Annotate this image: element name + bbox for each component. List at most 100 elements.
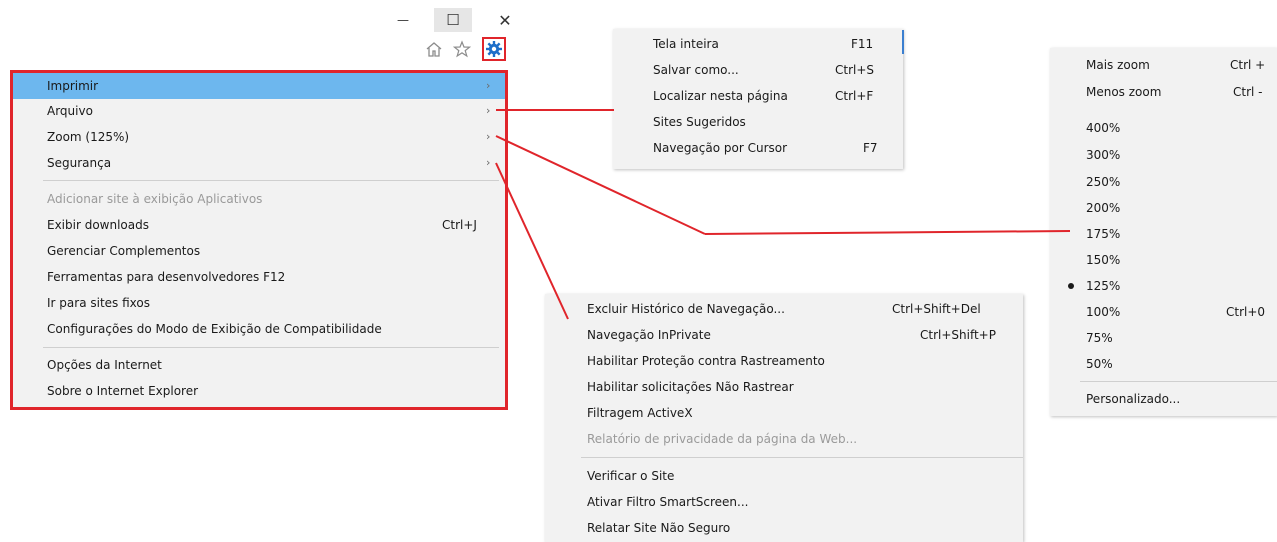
- menu-item-zoom-175[interactable]: 175%: [1050, 221, 1277, 247]
- menu-item-label: Imprimir: [47, 79, 99, 93]
- menu-item-label: Localizar nesta página: [653, 89, 788, 103]
- menu-item-label: Menos zoom: [1086, 85, 1162, 99]
- menu-item-ferramentas-dev[interactable]: Ferramentas para desenvolvedores F12: [13, 264, 505, 290]
- menu-item-label: 175%: [1086, 227, 1121, 241]
- menu-item-label: Personalizado...: [1086, 392, 1181, 406]
- menu-item-shortcut: Ctrl+0: [1226, 305, 1266, 319]
- menu-item-zoom[interactable]: Zoom (125%) ›: [13, 124, 505, 150]
- menu-item-shortcut: Ctrl+S: [835, 63, 875, 77]
- menu-item-relatar-site[interactable]: Relatar Site Não Seguro: [545, 515, 1023, 541]
- menu-item-label: 75%: [1086, 331, 1113, 345]
- menu-item-label: 50%: [1086, 357, 1113, 371]
- menu-item-label: Filtragem ActiveX: [587, 406, 693, 420]
- menu-item-zoom-300[interactable]: 300%: [1050, 142, 1277, 168]
- menu-item-salvar-como[interactable]: Salvar como... Ctrl+S: [613, 57, 903, 83]
- zoom-submenu: Mais zoom Ctrl + Menos zoom Ctrl - 400% …: [1050, 48, 1277, 416]
- menu-item-label: Sobre o Internet Explorer: [47, 384, 199, 398]
- menu-item-label: 125%: [1086, 279, 1121, 293]
- menu-item-label: Navegação InPrivate: [587, 328, 711, 342]
- menu-item-seguranca[interactable]: Segurança ›: [13, 150, 505, 176]
- menu-item-label: Segurança: [47, 156, 112, 170]
- menu-item-sites-sugeridos[interactable]: Sites Sugeridos: [613, 109, 903, 135]
- menu-item-zoom-50[interactable]: 50%: [1050, 351, 1277, 377]
- gear-icon[interactable]: [482, 37, 506, 61]
- menu-item-adicionar-site: Adicionar site à exibição Aplicativos: [13, 186, 505, 212]
- menu-item-tela-inteira[interactable]: Tela inteira F11: [613, 31, 903, 57]
- menu-item-label: Sites Sugeridos: [653, 115, 746, 129]
- chevron-right-icon: ›: [486, 130, 491, 143]
- menu-item-verificar-site[interactable]: Verificar o Site: [545, 463, 1023, 489]
- menu-divider: [43, 347, 499, 348]
- menu-item-label: 100%: [1086, 305, 1121, 319]
- menu-item-sobre-ie[interactable]: Sobre o Internet Explorer: [13, 378, 505, 404]
- file-submenu: Tela inteira F11 Salvar como... Ctrl+S L…: [613, 29, 903, 169]
- menu-item-label: Relatório de privacidade da página da We…: [587, 432, 858, 446]
- chevron-right-icon: ›: [486, 79, 491, 92]
- menu-item-label: Relatar Site Não Seguro: [587, 521, 731, 535]
- menu-item-smartscreen[interactable]: Ativar Filtro SmartScreen...: [545, 489, 1023, 515]
- menu-item-label: Habilitar Proteção contra Rastreamento: [587, 354, 825, 368]
- menu-item-localizar[interactable]: Localizar nesta página Ctrl+F: [613, 83, 903, 109]
- menu-item-shortcut: Ctrl+Shift+P: [920, 328, 996, 342]
- menu-item-zoom-125[interactable]: 125%: [1050, 273, 1277, 299]
- menu-item-label: 300%: [1086, 148, 1121, 162]
- menu-item-navegacao-cursor[interactable]: Navegação por Cursor F7: [613, 135, 903, 161]
- menu-item-label: Gerenciar Complementos: [47, 244, 201, 258]
- menu-item-label: Tela inteira: [653, 37, 719, 51]
- menu-item-label: 150%: [1086, 253, 1121, 267]
- menu-item-label: Salvar como...: [653, 63, 739, 77]
- menu-item-menos-zoom[interactable]: Menos zoom Ctrl -: [1050, 79, 1277, 105]
- menu-item-label: Adicionar site à exibição Aplicativos: [47, 192, 263, 206]
- menu-item-label: Arquivo: [47, 104, 93, 118]
- maximize-button[interactable]: ☐: [434, 8, 472, 32]
- menu-item-sites-fixos[interactable]: Ir para sites fixos: [13, 290, 505, 316]
- menu-item-opcoes-internet[interactable]: Opções da Internet: [13, 352, 505, 378]
- menu-item-protecao-rastreamento[interactable]: Habilitar Proteção contra Rastreamento: [545, 348, 1023, 374]
- menu-item-shortcut: F11: [851, 37, 874, 51]
- menu-item-relatorio-privacidade: Relatório de privacidade da página da We…: [545, 426, 1023, 452]
- menu-item-mais-zoom[interactable]: Mais zoom Ctrl +: [1050, 52, 1277, 78]
- menu-item-label: Zoom (125%): [47, 130, 130, 144]
- menu-item-arquivo[interactable]: Arquivo ›: [13, 98, 505, 124]
- connector-zoom-b: [704, 230, 1071, 235]
- menu-item-label: Mais zoom: [1086, 58, 1150, 72]
- scrollbar-edge: [902, 30, 904, 54]
- tools-menu: Imprimir › Arquivo › Zoom (125%) › Segur…: [10, 70, 508, 410]
- menu-item-nao-rastrear[interactable]: Habilitar solicitações Não Rastrear: [545, 374, 1023, 400]
- close-button[interactable]: ✕: [490, 8, 520, 32]
- menu-item-zoom-250[interactable]: 250%: [1050, 169, 1277, 195]
- home-icon[interactable]: [423, 38, 445, 60]
- menu-divider: [43, 180, 499, 181]
- menu-item-shortcut: Ctrl+F: [835, 89, 874, 103]
- menu-item-shortcut: Ctrl+Shift+Del: [892, 302, 981, 316]
- menu-item-label: Exibir downloads: [47, 218, 149, 232]
- menu-item-label: 400%: [1086, 121, 1121, 135]
- menu-item-shortcut: Ctrl +: [1230, 58, 1266, 72]
- menu-item-zoom-400[interactable]: 400%: [1050, 115, 1277, 141]
- menu-item-inprivate[interactable]: Navegação InPrivate Ctrl+Shift+P: [545, 322, 1023, 348]
- chevron-right-icon: ›: [486, 104, 491, 117]
- menu-item-label: Navegação por Cursor: [653, 141, 788, 155]
- menu-item-label: Ferramentas para desenvolvedores F12: [47, 270, 286, 284]
- star-icon[interactable]: [451, 38, 473, 60]
- menu-item-zoom-75[interactable]: 75%: [1050, 325, 1277, 351]
- menu-item-label: 250%: [1086, 175, 1121, 189]
- menu-item-zoom-200[interactable]: 200%: [1050, 195, 1277, 221]
- selected-bullet-icon: [1068, 283, 1074, 289]
- menu-item-compatibilidade[interactable]: Configurações do Modo de Exibição de Com…: [13, 316, 505, 342]
- menu-item-label: Configurações do Modo de Exibição de Com…: [47, 322, 382, 336]
- menu-item-zoom-100[interactable]: 100% Ctrl+0: [1050, 299, 1277, 325]
- menu-item-label: Ir para sites fixos: [47, 296, 150, 310]
- menu-item-imprimir[interactable]: Imprimir ›: [13, 73, 505, 99]
- menu-item-filtragem-activex[interactable]: Filtragem ActiveX: [545, 400, 1023, 426]
- minimize-button[interactable]: —: [388, 8, 418, 32]
- menu-item-exibir-downloads[interactable]: Exibir downloads Ctrl+J: [13, 212, 505, 238]
- menu-item-shortcut: Ctrl+J: [442, 218, 477, 232]
- menu-divider: [1080, 381, 1277, 382]
- menu-item-label: Habilitar solicitações Não Rastrear: [587, 380, 794, 394]
- menu-item-shortcut: F7: [863, 141, 878, 155]
- menu-item-zoom-150[interactable]: 150%: [1050, 247, 1277, 273]
- menu-item-gerenciar-complementos[interactable]: Gerenciar Complementos: [13, 238, 505, 264]
- menu-item-excluir-historico[interactable]: Excluir Histórico de Navegação... Ctrl+S…: [545, 296, 1023, 322]
- menu-item-personalizado[interactable]: Personalizado...: [1050, 386, 1277, 412]
